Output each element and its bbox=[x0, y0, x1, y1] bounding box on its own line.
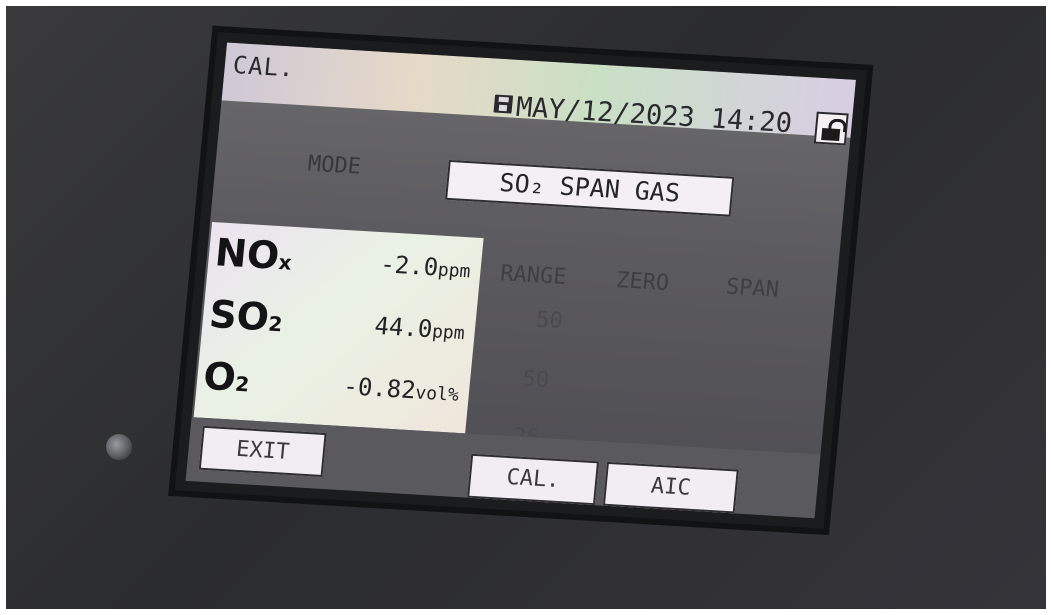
mounting-screw bbox=[106, 434, 132, 460]
exit-button[interactable]: EXIT bbox=[198, 425, 327, 477]
gas-value: 44.0ppm bbox=[373, 311, 466, 345]
device-bezel: CAL. MAY/12/2023 14:20 MODE SO₂ SPAN GAS… bbox=[6, 6, 1046, 609]
date-time: MAY/12/2023 14:20 bbox=[514, 91, 794, 140]
zero-column-header: ZERO bbox=[614, 268, 671, 297]
touch-screen: CAL. MAY/12/2023 14:20 MODE SO₂ SPAN GAS… bbox=[185, 42, 856, 519]
range-column-header: RANGE bbox=[499, 261, 568, 291]
padlock-body bbox=[821, 128, 841, 142]
so2-range: 50 bbox=[521, 366, 551, 394]
gas-name: NOx bbox=[213, 230, 293, 278]
lock-button[interactable] bbox=[813, 111, 849, 146]
nox-range: 50 bbox=[534, 307, 564, 334]
display-frame: CAL. MAY/12/2023 14:20 MODE SO₂ SPAN GAS… bbox=[174, 32, 867, 529]
cal-button[interactable]: CAL. bbox=[467, 453, 600, 506]
mode-label: MODE bbox=[306, 151, 362, 180]
gas-value: -2.0ppm bbox=[379, 250, 472, 283]
gas-readings-panel: NOx -2.0ppm SO2 44.0ppm O2 -0.82vol% bbox=[193, 221, 484, 434]
gas-name: SO2 bbox=[207, 292, 284, 340]
aic-button[interactable]: AIC bbox=[602, 461, 739, 514]
floppy-disk-icon bbox=[493, 94, 514, 114]
gas-value: -0.82vol% bbox=[342, 372, 460, 406]
screen-title: CAL. bbox=[231, 50, 296, 83]
gas-name: O2 bbox=[201, 353, 251, 400]
header-bar: CAL. MAY/12/2023 14:20 bbox=[221, 42, 856, 146]
mode-selector[interactable]: SO₂ SPAN GAS bbox=[445, 159, 735, 217]
span-column-header: SPAN bbox=[724, 274, 780, 303]
